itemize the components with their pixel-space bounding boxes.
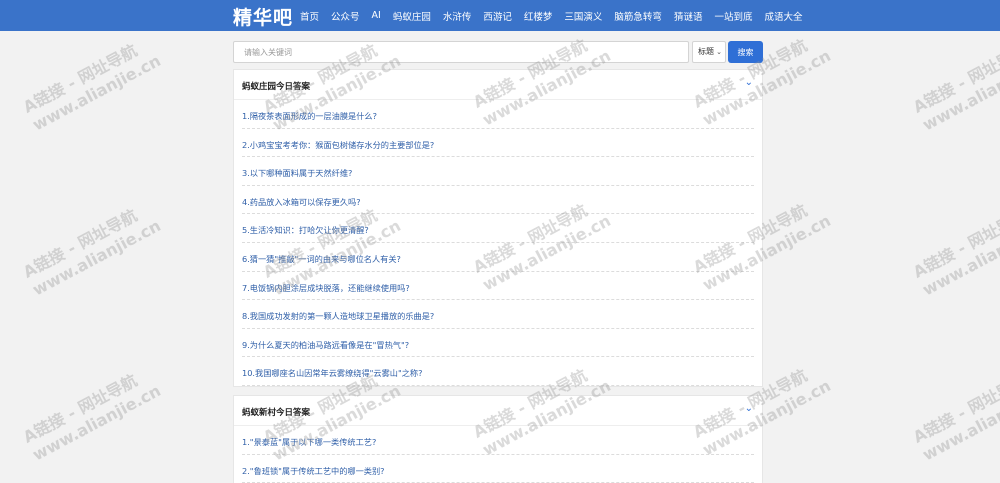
site-logo[interactable]: 精华吧 xyxy=(233,3,293,30)
question-link[interactable]: 2."鲁班锁"属于传统工艺中的哪一类别? xyxy=(242,465,385,477)
search-input[interactable] xyxy=(233,41,689,63)
nav-home[interactable]: 首页 xyxy=(300,9,319,23)
list-item[interactable]: 2."鲁班锁"属于传统工艺中的哪一类别? xyxy=(242,455,754,483)
search-bar: 标题 ⌄ 搜索 xyxy=(233,41,763,63)
section-header: 蚂蚁新村今日答案 ⌄ xyxy=(234,396,762,426)
watermark: A链接 - 网址导航 www.alianjie.cn xyxy=(20,370,164,465)
section-title: 蚂蚁新村今日答案 xyxy=(242,408,311,418)
nav-red-chamber[interactable]: 红楼梦 xyxy=(524,9,553,23)
list-item[interactable]: 8.我国成功发射的第一颗人造地球卫星播放的乐曲是? xyxy=(242,300,754,329)
list-item[interactable]: 7.电饭锅内胆涂层成块脱落，还能继续使用吗? xyxy=(242,272,754,301)
watermark: A链接 - 网址导航 www.alianjie.cn xyxy=(20,40,164,135)
question-link[interactable]: 6.猜一猜"推敲"一词的由来与哪位名人有关? xyxy=(242,253,401,265)
question-link[interactable]: 10.我国哪座名山因常年云雾缭绕得"云雾山"之称? xyxy=(242,367,422,379)
watermark: A链接 - 网址导航 www.alianjie.cn xyxy=(910,40,1000,135)
search-button[interactable]: 搜索 xyxy=(728,41,763,63)
section-header: 蚂蚁庄园今日答案 ⌄ xyxy=(234,70,762,100)
main-nav: 首页 公众号 AI 蚂蚁庄园 水浒传 西游记 红楼梦 三国演义 脑筋急转弯 猜谜… xyxy=(300,0,814,31)
list-item[interactable]: 4.药品放入冰箱可以保存更久吗? xyxy=(242,186,754,215)
nav-brain-teaser[interactable]: 脑筋急转弯 xyxy=(614,9,662,23)
list-item[interactable]: 1."景泰蓝"属于以下哪一类传统工艺? xyxy=(242,426,754,455)
question-link[interactable]: 4.药品放入冰箱可以保存更久吗? xyxy=(242,196,361,208)
search-type-select[interactable]: 标题 ⌄ xyxy=(692,41,726,63)
list-item[interactable]: 3.以下哪种面料属于天然纤维? xyxy=(242,157,754,186)
nav-ai[interactable]: AI xyxy=(372,10,381,21)
list-item[interactable]: 5.生活冷知识：打哈欠让你更清醒? xyxy=(242,214,754,243)
question-link[interactable]: 1."景泰蓝"属于以下哪一类传统工艺? xyxy=(242,436,376,448)
section-ant-farm: 蚂蚁庄园今日答案 ⌄ 1.隔夜茶表面形成的一层油膜是什么? 2.小鸡宝宝考考你：… xyxy=(233,69,763,387)
chevron-down-icon[interactable]: ⌄ xyxy=(745,77,753,88)
question-link[interactable]: 9.为什么夏天的柏油马路远看像是在"冒热气"? xyxy=(242,339,409,351)
question-link[interactable]: 1.隔夜茶表面形成的一层油膜是什么? xyxy=(242,110,377,122)
list-item[interactable]: 2.小鸡宝宝考考你：猴面包树储存水分的主要部位是? xyxy=(242,129,754,158)
list-item[interactable]: 1.隔夜茶表面形成的一层油膜是什么? xyxy=(242,100,754,129)
watermark: A链接 - 网址导航 www.alianjie.cn xyxy=(910,370,1000,465)
nav-idioms[interactable]: 成语大全 xyxy=(764,9,802,23)
section-title: 蚂蚁庄园今日答案 xyxy=(242,82,311,92)
nav-one-stop[interactable]: 一站到底 xyxy=(714,9,752,23)
search-type-value: 标题 xyxy=(698,47,714,56)
nav-water-margin[interactable]: 水浒传 xyxy=(443,9,472,23)
question-link[interactable]: 8.我国成功发射的第一颗人造地球卫星播放的乐曲是? xyxy=(242,310,434,322)
question-link[interactable]: 2.小鸡宝宝考考你：猴面包树储存水分的主要部位是? xyxy=(242,139,434,151)
watermark: A链接 - 网址导航 www.alianjie.cn xyxy=(20,205,164,300)
section-ant-village: 蚂蚁新村今日答案 ⌄ 1."景泰蓝"属于以下哪一类传统工艺? 2."鲁班锁"属于… xyxy=(233,395,763,483)
nav-riddles[interactable]: 猜谜语 xyxy=(674,9,703,23)
list-item[interactable]: 9.为什么夏天的柏油马路远看像是在"冒热气"? xyxy=(242,329,754,358)
nav-wechat[interactable]: 公众号 xyxy=(331,9,360,23)
chevron-down-icon[interactable]: ⌄ xyxy=(745,403,753,414)
question-link[interactable]: 7.电饭锅内胆涂层成块脱落，还能继续使用吗? xyxy=(242,282,410,294)
nav-journey-west[interactable]: 西游记 xyxy=(483,9,512,23)
question-list: 1.隔夜茶表面形成的一层油膜是什么? 2.小鸡宝宝考考你：猴面包树储存水分的主要… xyxy=(234,100,762,386)
nav-ant-farm[interactable]: 蚂蚁庄园 xyxy=(393,9,431,23)
nav-three-kingdoms[interactable]: 三国演义 xyxy=(564,9,602,23)
watermark: A链接 - 网址导航 www.alianjie.cn xyxy=(910,205,1000,300)
list-item[interactable]: 6.猜一猜"推敲"一词的由来与哪位名人有关? xyxy=(242,243,754,272)
top-navbar: 精华吧 首页 公众号 AI 蚂蚁庄园 水浒传 西游记 红楼梦 三国演义 脑筋急转… xyxy=(0,0,1000,31)
list-item[interactable]: 10.我国哪座名山因常年云雾缭绕得"云雾山"之称? xyxy=(242,357,754,386)
question-link[interactable]: 5.生活冷知识：打哈欠让你更清醒? xyxy=(242,224,369,236)
question-list: 1."景泰蓝"属于以下哪一类传统工艺? 2."鲁班锁"属于传统工艺中的哪一类别? xyxy=(234,426,762,483)
question-link[interactable]: 3.以下哪种面料属于天然纤维? xyxy=(242,167,352,179)
chevron-down-icon: ⌄ xyxy=(716,48,722,56)
